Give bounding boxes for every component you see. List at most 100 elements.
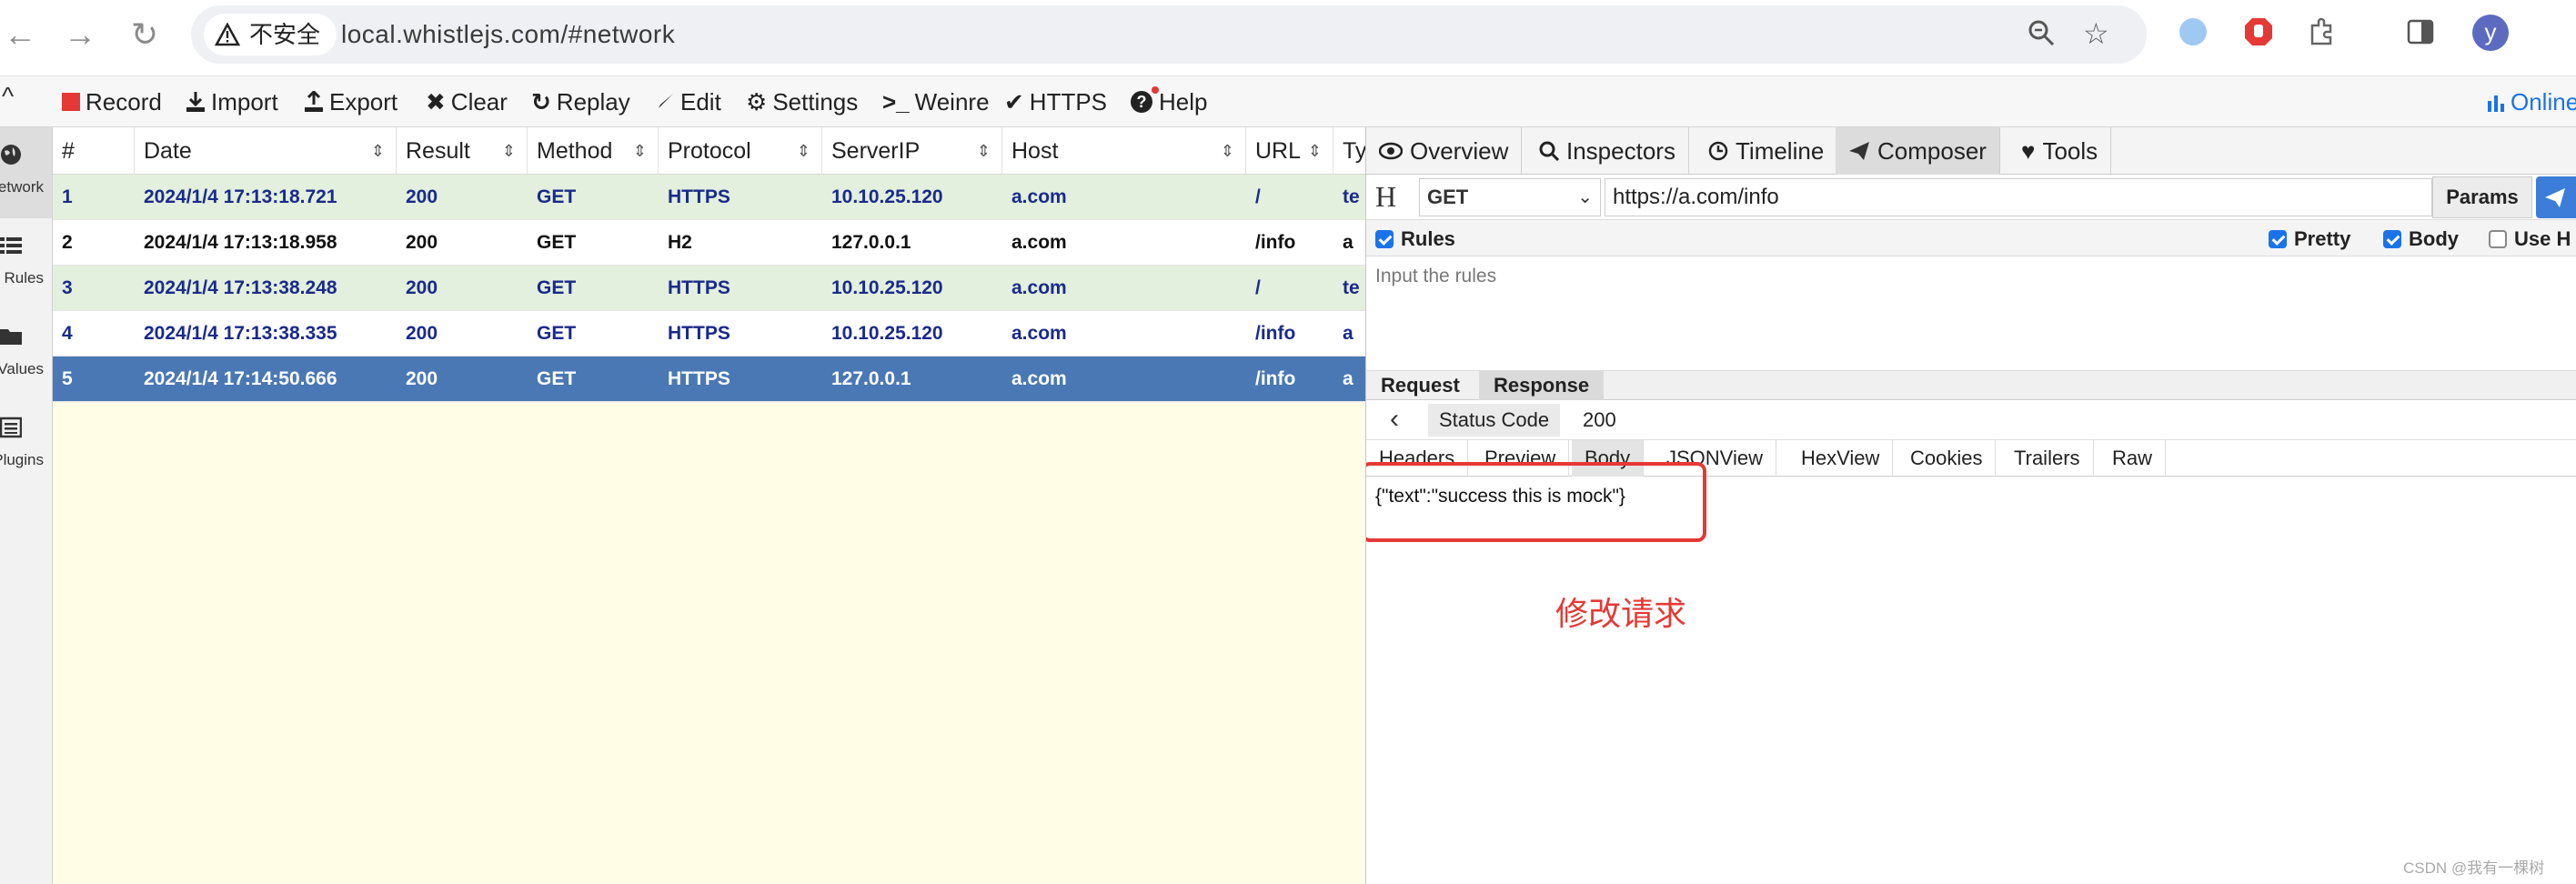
import-button[interactable]: Import <box>186 85 278 118</box>
sort-icon: ⇕ <box>796 142 810 160</box>
rules-placeholder: Input the rules <box>1375 266 1497 286</box>
send-button[interactable] <box>2536 176 2576 218</box>
sort-icon: ⇕ <box>1220 142 1234 160</box>
pretty-checkbox[interactable]: Pretty <box>2269 227 2350 251</box>
help-button[interactable]: ? Help <box>1130 85 1207 118</box>
help-notification-dot <box>1152 86 1159 94</box>
table-row[interactable]: 2 2024/1/4 17:13:18.958 200 GET H2 127.0… <box>53 220 1365 266</box>
zoom-icon[interactable] <box>2027 18 2056 55</box>
status-code-label: Status Code <box>1428 404 1561 437</box>
weinre-button[interactable]: >_ Weinre <box>882 85 990 118</box>
record-button[interactable]: Record <box>62 85 162 118</box>
tab-trailers[interactable]: Trailers <box>2001 440 2094 477</box>
column-header-protocol[interactable]: Protocol ⇕ <box>659 127 822 175</box>
clear-button[interactable]: ✖ Clear <box>426 85 508 118</box>
column-header-method[interactable]: Method ⇕ <box>528 127 659 175</box>
forward-arrow-icon[interactable]: → <box>64 16 96 53</box>
detail-tabs: Overview Inspectors Timeline Composer ♥ … <box>1366 127 2576 175</box>
table-row[interactable]: 3 2024/1/4 17:13:38.248 200 GET HTTPS 10… <box>53 266 1365 311</box>
chevron-down-icon: ⌄ <box>1577 187 1593 207</box>
method-select[interactable]: GET ⌄ <box>1419 178 1601 216</box>
sidebar-label: Plugins <box>0 451 44 468</box>
address-bar[interactable]: 不安全 local.whistlejs.com/#network ☆ <box>191 5 2147 64</box>
globe-icon <box>1 145 21 165</box>
url-text[interactable]: local.whistlejs.com/#network <box>341 18 675 51</box>
column-header-date[interactable]: Date ⇕ <box>135 127 397 175</box>
request-response-tabs: Request Response <box>1366 371 2576 400</box>
tab-hexview[interactable]: HexView <box>1788 440 1894 477</box>
status-row: ‹ Status Code 200 <box>1366 400 2576 440</box>
clock-icon <box>1708 141 1728 161</box>
tab-inspectors[interactable]: Inspectors <box>1526 127 1689 175</box>
export-button[interactable]: Export <box>304 85 397 118</box>
https-button[interactable]: ✔ HTTPS <box>1004 85 1107 118</box>
tab-request[interactable]: Request <box>1366 371 1474 400</box>
tab-tools[interactable]: ♥ Tools <box>2008 127 2112 175</box>
sort-icon: ⇕ <box>632 142 647 160</box>
paper-plane-icon <box>1849 142 1869 160</box>
tab-overview[interactable]: Overview <box>1366 127 1523 175</box>
sidebar-label: Rules <box>4 269 44 286</box>
collapse-chevron-icon[interactable]: ^ <box>2 82 14 111</box>
profile-avatar[interactable]: y <box>2472 15 2509 51</box>
tab-composer[interactable]: Composer <box>1836 127 2000 175</box>
tab-cookies[interactable]: Cookies <box>1897 440 1997 477</box>
clear-x-icon: ✖ <box>426 88 446 116</box>
edit-pen-icon <box>657 94 673 110</box>
table-row[interactable]: 1 2024/1/4 17:13:18.721 200 GET HTTPS 10… <box>53 175 1365 220</box>
sort-icon: ⇕ <box>976 142 991 160</box>
gear-icon: ⚙ <box>746 88 768 116</box>
replay-button[interactable]: ↻ Replay <box>531 85 630 118</box>
eye-icon <box>1379 142 1403 160</box>
composer-request-line: H GET ⌄ https://a.com/info Params <box>1366 175 2576 220</box>
tab-timeline[interactable]: Timeline <box>1696 127 1838 175</box>
table-row[interactable]: 4 2024/1/4 17:13:38.335 200 GET HTTPS 10… <box>53 311 1365 357</box>
search-icon <box>1539 141 1559 161</box>
checkbox-checked-icon <box>2383 230 2401 248</box>
column-header-host[interactable]: Host ⇕ <box>1002 127 1246 175</box>
settings-button[interactable]: ⚙ Settings <box>746 85 858 118</box>
adblock-icon[interactable] <box>2243 16 2274 47</box>
edit-button[interactable]: Edit <box>655 85 721 118</box>
sidebar-item-network[interactable]: Network <box>0 127 52 218</box>
network-list: # Date ⇕ Result ⇕ Method ⇕ Protocol ⇕ Server… <box>53 127 1366 884</box>
reload-icon[interactable]: ↻ <box>131 16 158 53</box>
sidebar-label: Network <box>0 178 44 196</box>
chevron-left-icon[interactable]: ‹ <box>1390 404 1399 435</box>
help-icon: ? <box>1130 86 1159 114</box>
extension-circle-icon[interactable] <box>2178 16 2209 47</box>
sidebar-item-values[interactable]: Values <box>0 309 52 400</box>
table-row-selected[interactable]: 5 2024/1/4 17:14:50.666 200 GET HTTPS 12… <box>53 357 1365 402</box>
use-h2-checkbox[interactable]: Use H <box>2489 227 2571 251</box>
body-checkbox[interactable]: Body <box>2383 227 2459 251</box>
whistle-toolbar: ^ Record Import Export ✖ Clear ↻ Replay … <box>0 76 2576 127</box>
extensions-puzzle-icon[interactable] <box>2307 16 2338 47</box>
security-chip[interactable]: 不安全 <box>204 14 337 55</box>
tab-raw[interactable]: Raw <box>2099 440 2167 477</box>
params-button[interactable]: Params <box>2432 176 2532 218</box>
column-header-index[interactable]: # <box>53 127 135 175</box>
url-input[interactable]: https://a.com/info <box>1605 178 2432 216</box>
column-header-result[interactable]: Result ⇕ <box>397 127 528 175</box>
rules-checkbox[interactable]: Rules <box>1375 227 1455 251</box>
sidebar-item-rules[interactable]: Rules <box>0 218 52 309</box>
record-square-icon <box>62 93 80 111</box>
online-button[interactable]: Online <box>2487 85 2576 118</box>
svg-text:?: ? <box>1137 93 1147 111</box>
rules-textarea[interactable]: Input the rules <box>1366 256 2576 371</box>
detail-panel: Overview Inspectors Timeline Composer ♥ … <box>1366 127 2576 884</box>
terminal-icon: >_ <box>882 88 910 116</box>
sort-icon: ⇕ <box>501 142 516 160</box>
column-header-type[interactable]: Ty <box>1333 127 1365 175</box>
back-arrow-icon[interactable]: ← <box>4 16 36 53</box>
heart-icon: ♥ <box>2021 137 2036 165</box>
column-header-url[interactable]: URL ⇕ <box>1246 127 1333 175</box>
side-panel-icon[interactable] <box>2405 16 2436 47</box>
sidebar-item-plugins[interactable]: Plugins <box>0 400 52 491</box>
column-header-serverip[interactable]: ServerIP ⇕ <box>822 127 1002 175</box>
warning-icon <box>215 23 240 46</box>
tab-response[interactable]: Response <box>1479 371 1605 400</box>
history-button[interactable]: H <box>1375 180 1396 214</box>
bookmark-star-icon[interactable]: ☆ <box>2083 16 2109 51</box>
bar-chart-icon <box>2488 95 2504 112</box>
